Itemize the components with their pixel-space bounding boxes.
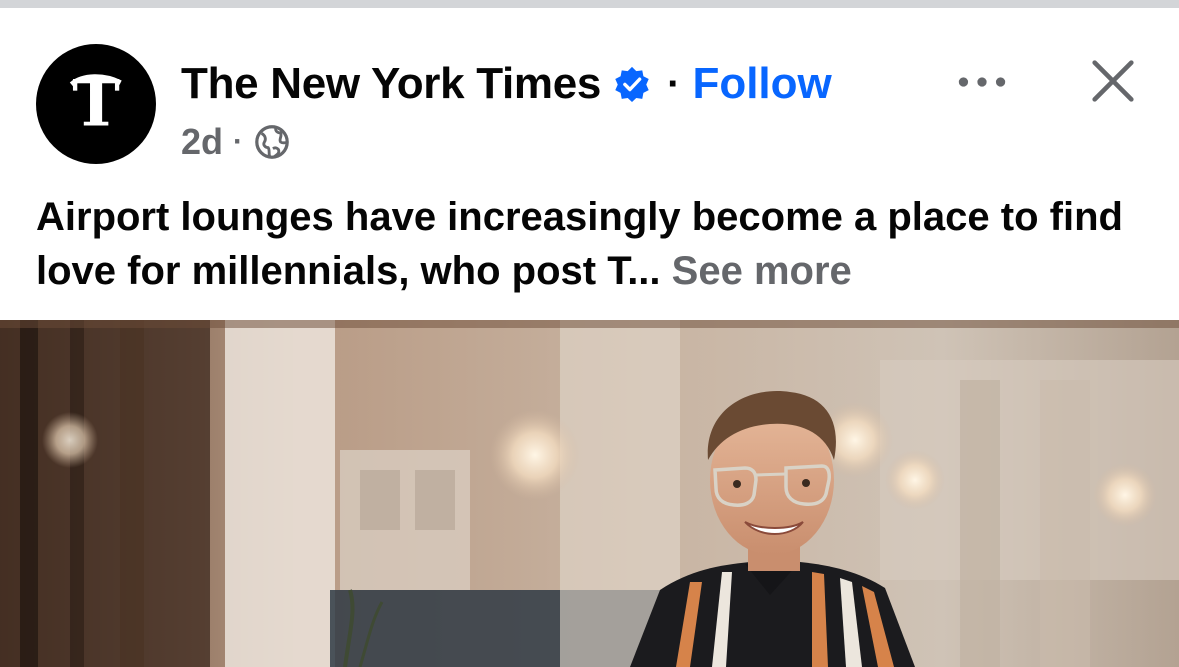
post-meta: 2d · [181,116,291,168]
page-name-link[interactable]: The New York Times [181,59,601,109]
post-image[interactable] [0,320,1179,667]
name-row: The New York Times · Follow [181,56,832,112]
nyt-logo-icon: T [69,66,122,141]
close-icon [1092,60,1134,102]
page-avatar[interactable]: T [36,44,156,164]
post-caption: Airport lounges have increasingly become… [36,190,1156,298]
meta-separator: · [233,125,244,158]
follow-separator: · [667,62,681,106]
post-header: T The New York Times · Follow 2d · [0,8,1179,180]
caption-text: Airport lounges have increasingly become… [36,195,1123,293]
verified-badge-icon [613,65,651,103]
lounge-photo [0,320,1179,667]
more-options-button[interactable] [950,54,1014,110]
follow-button[interactable]: Follow [692,59,831,109]
more-options-icon [958,77,1006,87]
feed-divider-strip [0,0,1179,8]
post-timestamp[interactable]: 2d [181,121,223,163]
see-more-link[interactable]: See more [672,249,852,293]
close-post-button[interactable] [1080,48,1146,114]
globe-icon[interactable] [253,123,291,161]
